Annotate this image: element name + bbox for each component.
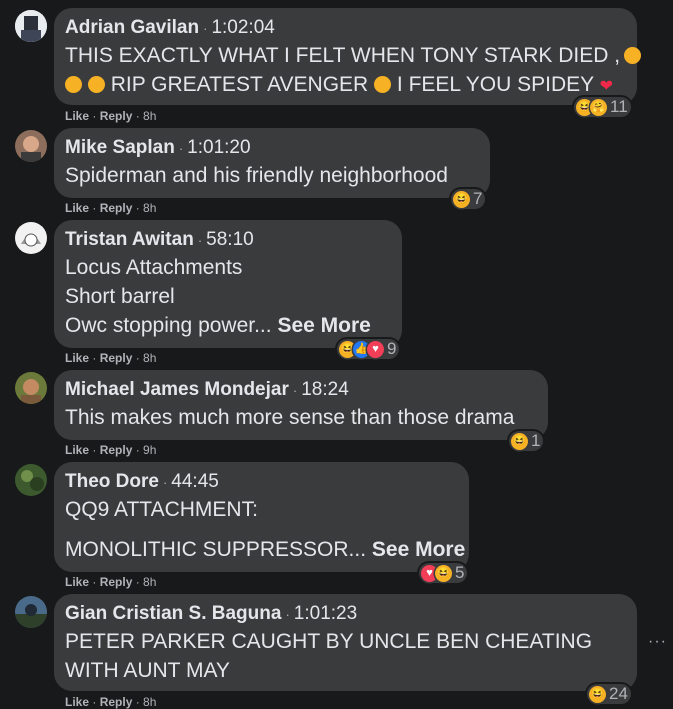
comment-actions: Like · Reply · 8h <box>65 351 157 365</box>
reaction-count: 1 <box>531 431 541 450</box>
like-link[interactable]: Like <box>65 351 89 365</box>
comment-age[interactable]: 9h <box>143 443 156 457</box>
avatar[interactable] <box>15 130 47 162</box>
haha-reaction-icon: 😆 <box>435 564 452 582</box>
love-reaction-icon: ♥ <box>367 340 384 358</box>
comment-author[interactable]: Adrian Gavilan <box>65 17 199 38</box>
reply-link[interactable]: Reply <box>100 443 133 457</box>
comment-bubble: Theo Dore · 44:45 QQ9 ATTACHMENT: MONOLITH… <box>54 462 469 572</box>
comment-timestamp[interactable]: 58:10 <box>206 229 254 250</box>
comment-author[interactable]: Tristan Awitan <box>65 229 194 250</box>
comment-age[interactable]: 8h <box>143 109 156 123</box>
crying-emoji-icon <box>87 76 105 93</box>
like-link[interactable]: Like <box>65 575 89 589</box>
crying-emoji-icon <box>374 76 392 93</box>
like-link[interactable]: Like <box>65 695 89 709</box>
comment-timestamp[interactable]: 1:01:20 <box>187 137 250 158</box>
avatar[interactable] <box>15 372 47 404</box>
avatar[interactable] <box>15 10 47 42</box>
haha-reaction-icon: 😆 <box>453 190 470 208</box>
comment-text: This makes much more sense than those dr… <box>65 406 515 429</box>
avatar[interactable] <box>15 596 47 628</box>
sad-emoji-icon <box>65 76 82 93</box>
comment-text: THIS EXACTLY WHAT I FELT WHEN TONY STARK… <box>65 41 642 101</box>
reaction-summary[interactable]: 😆 🤗 11 <box>574 97 631 117</box>
reaction-summary[interactable]: 😆 24 <box>587 684 631 704</box>
comment-age[interactable]: 8h <box>143 695 156 709</box>
reply-link[interactable]: Reply <box>100 201 133 215</box>
reaction-summary[interactable]: 😆 7 <box>451 189 486 209</box>
reply-link[interactable]: Reply <box>100 109 133 123</box>
see-more-link[interactable]: See More <box>277 314 370 337</box>
comment-bubble: Gian Cristian S. Baguna · 1:01:23 PETER PA… <box>54 594 637 691</box>
reply-link[interactable]: Reply <box>100 351 133 365</box>
comment-author[interactable]: Mike Saplan <box>65 137 175 158</box>
reaction-summary[interactable]: ♥ 😆 5 <box>419 563 468 583</box>
reaction-count: 5 <box>455 563 465 582</box>
comment-age[interactable]: 8h <box>143 201 156 215</box>
comment-bubble: Adrian Gavilan · 1:02:04 THIS EXACTLY WHAT… <box>54 8 642 105</box>
comment-author[interactable]: Michael James Mondejar <box>65 379 289 400</box>
more-options-icon[interactable]: ··· <box>648 633 667 651</box>
comment-timestamp[interactable]: 1:01:23 <box>294 603 357 624</box>
comment-bubble: Mike Saplan · 1:01:20 Spiderman and his fr… <box>54 128 490 198</box>
comment-timestamp[interactable]: 44:45 <box>171 471 219 492</box>
like-link[interactable]: Like <box>65 443 89 457</box>
comment-actions: Like · Reply · 8h <box>65 695 157 709</box>
comment-text: Spiderman and his friendly neighborhood <box>65 164 448 187</box>
comment-actions: Like · Reply · 8h <box>65 109 157 123</box>
reaction-summary[interactable]: 😆 1 <box>509 431 544 451</box>
comment-timestamp[interactable]: 1:02:04 <box>211 17 274 38</box>
comment-timestamp[interactable]: 18:24 <box>301 379 349 400</box>
avatar[interactable] <box>15 464 47 496</box>
reply-link[interactable]: Reply <box>100 575 133 589</box>
comment-actions: Like · Reply · 8h <box>65 575 157 589</box>
like-link[interactable]: Like <box>65 201 89 215</box>
haha-reaction-icon: 😆 <box>589 685 606 703</box>
haha-reaction-icon: 😆 <box>511 432 528 450</box>
reply-link[interactable]: Reply <box>100 695 133 709</box>
care-reaction-icon: 🤗 <box>590 98 607 116</box>
avatar[interactable] <box>15 222 47 254</box>
reaction-count: 24 <box>609 684 628 703</box>
comment-text: PETER PARKER CAUGHT BY UNCLE BEN CHEATIN… <box>65 630 593 682</box>
sad-emoji-icon <box>624 47 642 64</box>
comment-age[interactable]: 8h <box>143 351 156 365</box>
reaction-count: 9 <box>387 339 397 358</box>
see-more-link[interactable]: See More <box>372 538 465 561</box>
reaction-count: 11 <box>610 97 628 116</box>
comment-bubble: Michael James Mondejar · 18:24 This makes … <box>54 370 548 440</box>
like-link[interactable]: Like <box>65 109 89 123</box>
comment-actions: Like · Reply · 9h <box>65 443 157 457</box>
reaction-count: 7 <box>473 189 483 208</box>
comment-bubble: Tristan Awitan · 58:10 Locus Attachments S… <box>54 220 402 348</box>
comment-actions: Like · Reply · 8h <box>65 201 157 215</box>
comment-author[interactable]: Gian Cristian S. Baguna <box>65 603 281 624</box>
comment-text: Locus Attachments Short barrel Owc stopp… <box>65 256 371 337</box>
comment-author[interactable]: Theo Dore <box>65 471 159 492</box>
comment-age[interactable]: 8h <box>143 575 156 589</box>
reaction-summary[interactable]: 😆 👍 ♥ 9 <box>337 339 400 359</box>
comment-text: QQ9 ATTACHMENT: MONOLITHIC SUPPRESSOR...… <box>65 498 466 561</box>
